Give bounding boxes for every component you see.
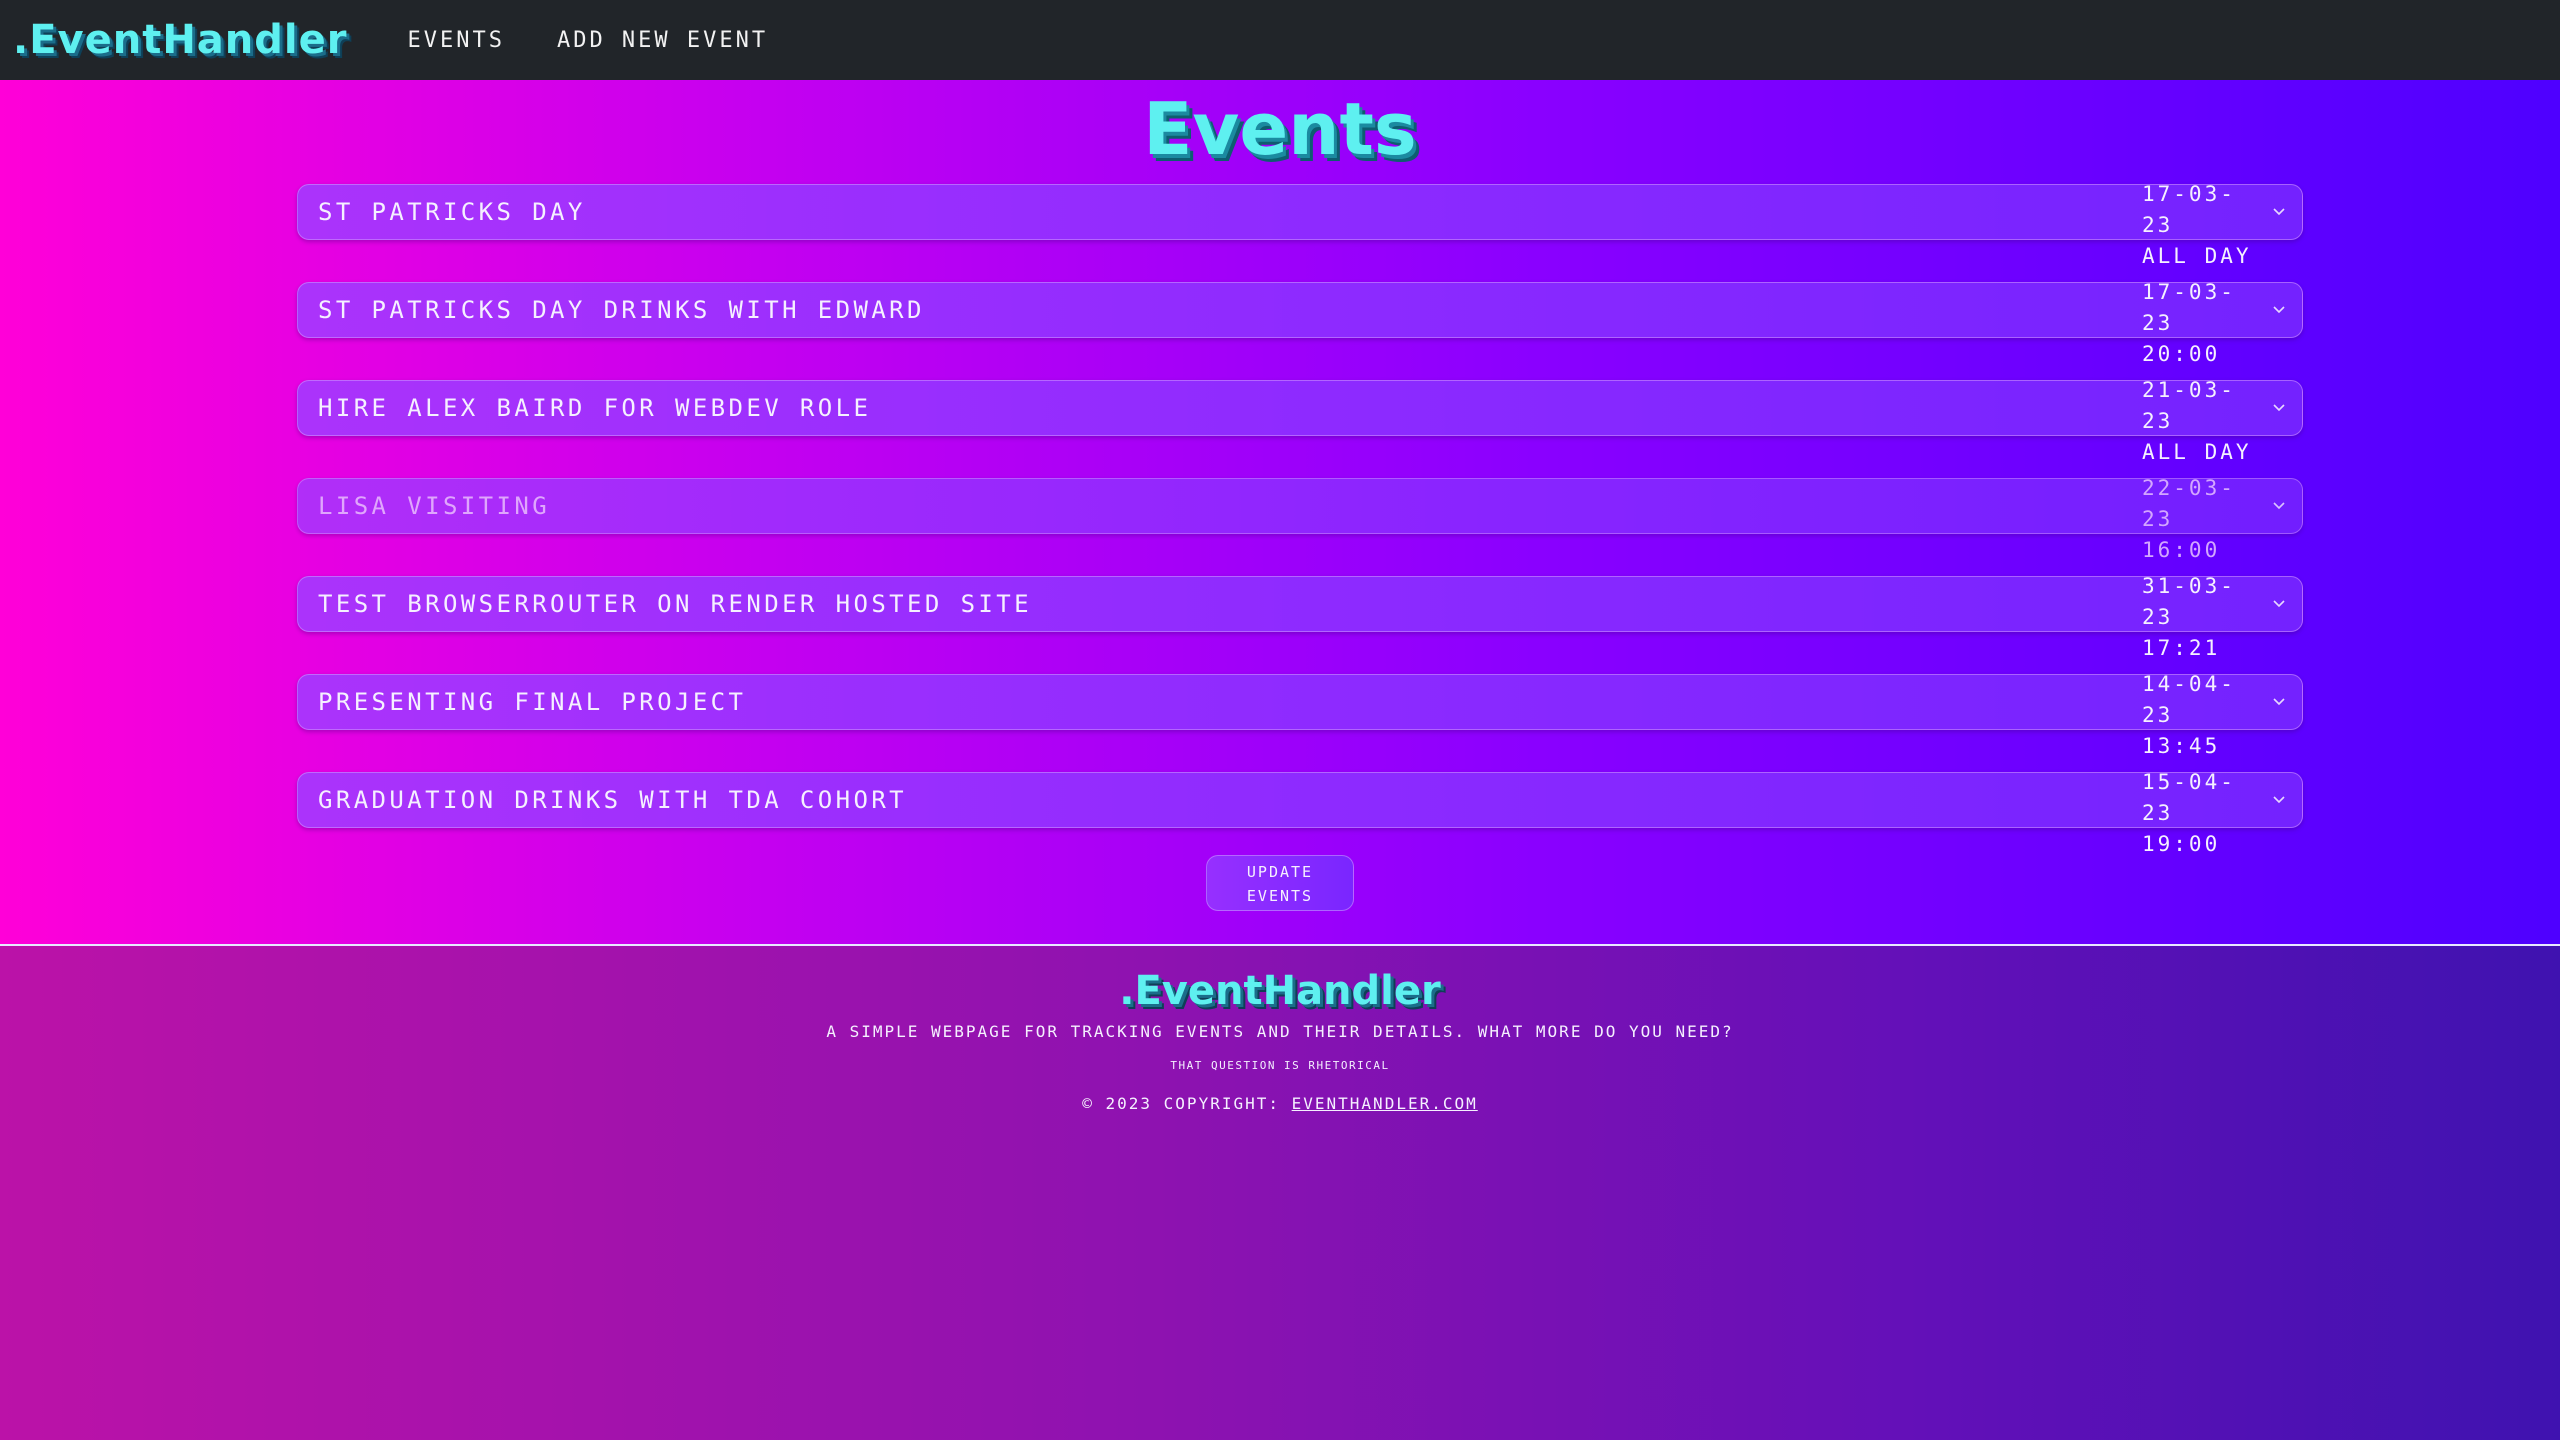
event-datetime: 17-03-23 All Day [2142,179,2262,272]
copyright-text: © 2023 Copyright: [1082,1094,1292,1113]
event-date: 17-03-23 [2142,182,2236,237]
event-date: 14-04-23 [2142,672,2236,727]
event-datetime: 14-04-23 13:45 [2142,669,2262,762]
event-title: Presenting Final Project [318,688,747,716]
update-button-line1: Update [1246,863,1314,881]
event-title: Hire Alex Baird For Webdev Role [318,394,872,422]
chevron-down-icon[interactable] [2272,695,2286,709]
event-date: 17-03-23 [2142,280,2236,335]
brand-logo[interactable]: .EventHandler [13,17,347,63]
nav-link-events[interactable]: Events [407,28,504,53]
footer-brand-logo: .EventHandler [1119,968,1441,1014]
event-list: St Patricks Day 17-03-23 All Day St Patr… [297,182,2303,870]
event-title: St Patricks Day [318,198,586,226]
event-datetime: 22-03-23 16:00 [2142,473,2262,566]
chevron-down-icon[interactable] [2272,793,2286,807]
event-datetime: 15-04-23 19:00 [2142,767,2262,860]
event-title: Graduation Drinks With TDA Cohort [318,786,908,814]
event-datetime: 17-03-23 20:00 [2142,277,2262,370]
event-item[interactable]: Hire Alex Baird For Webdev Role 21-03-23… [297,378,2303,464]
event-time: 19:00 [2142,832,2221,856]
event-item[interactable]: Graduation Drinks With TDA Cohort 15-04-… [297,770,2303,856]
chevron-down-icon[interactable] [2272,205,2286,219]
top-navbar: .EventHandler Events Add New Event [0,0,2560,80]
footer-tagline: A simple webpage for tracking events and… [826,1022,1734,1041]
event-item[interactable]: St Patricks Day Drinks With Edward 17-03… [297,280,2303,366]
event-date: 15-04-23 [2142,770,2236,825]
event-item[interactable]: Test Browserrouter On Render Hosted Site… [297,574,2303,660]
event-time: 17:21 [2142,636,2221,660]
event-item[interactable]: Lisa Visiting 22-03-23 16:00 [297,476,2303,562]
event-time: 13:45 [2142,734,2221,758]
event-title: St Patricks Day Drinks With Edward [318,296,925,324]
main-content: Events St Patricks Day 17-03-23 All Day … [0,80,2560,944]
event-title: Test Browserrouter On Render Hosted Site [318,590,1032,618]
chevron-down-icon[interactable] [2272,597,2286,611]
event-time: All Day [2142,440,2252,464]
footer-note: That question is rhetorical [1170,1059,1390,1072]
event-title: Lisa Visiting [318,492,551,520]
nav-link-add-new-event[interactable]: Add New Event [557,28,768,53]
event-item[interactable]: Presenting Final Project 14-04-23 13:45 [297,672,2303,758]
event-date: 22-03-23 [2142,476,2236,531]
chevron-down-icon[interactable] [2272,401,2286,415]
footer: .EventHandler A simple webpage for track… [0,944,2560,1440]
chevron-down-icon[interactable] [2272,499,2286,513]
footer-copyright: © 2023 Copyright: EventHandler.com [0,1094,2560,1113]
event-item[interactable]: St Patricks Day 17-03-23 All Day [297,182,2303,268]
event-date: 21-03-23 [2142,378,2236,433]
update-button-line2: Events [1246,887,1314,905]
event-date: 31-03-23 [2142,574,2236,629]
page-title: Events [1143,87,1417,171]
footer-site-link[interactable]: EventHandler.com [1292,1094,1478,1113]
event-time: 16:00 [2142,538,2221,562]
update-events-button[interactable]: Update Events [1206,855,1354,911]
event-datetime: 31-03-23 17:21 [2142,571,2262,664]
event-datetime: 21-03-23 All Day [2142,375,2262,468]
event-time: 20:00 [2142,342,2221,366]
chevron-down-icon[interactable] [2272,303,2286,317]
nav-links: Events Add New Event [407,28,820,53]
event-time: All Day [2142,244,2252,268]
